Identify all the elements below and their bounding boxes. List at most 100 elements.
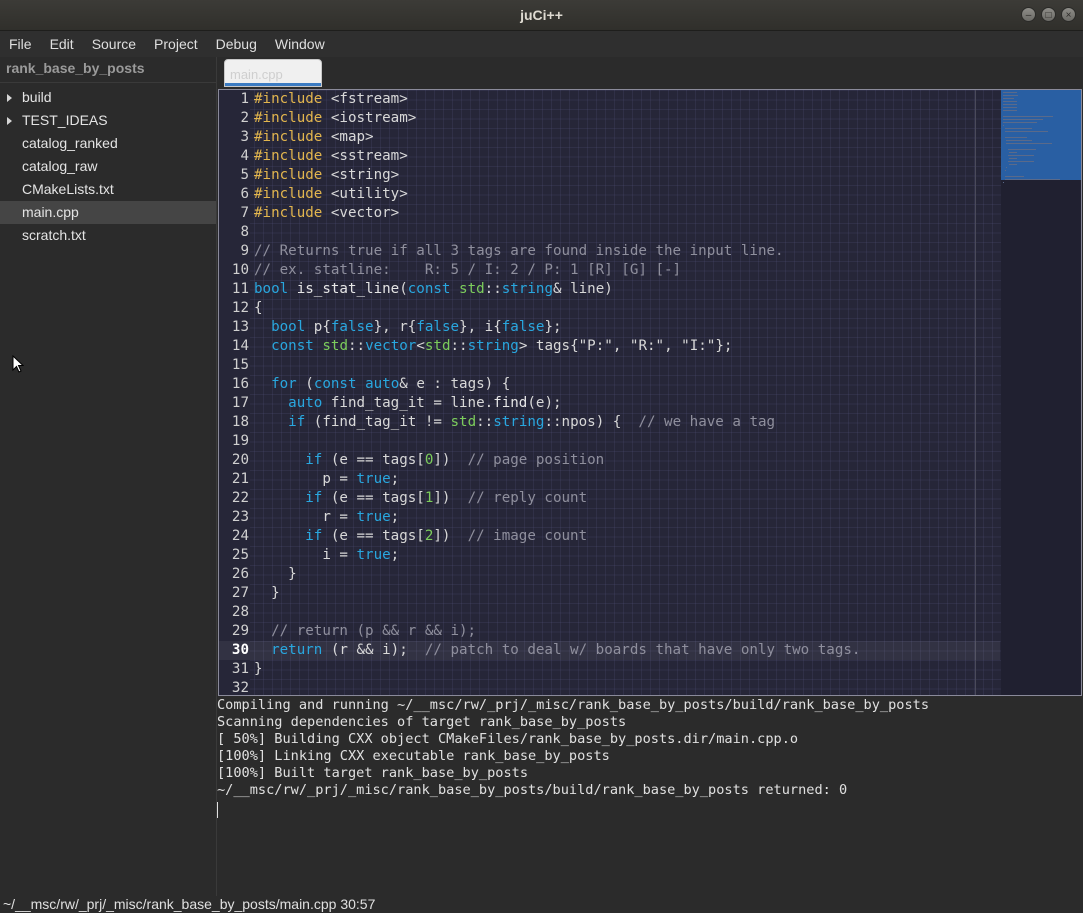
code-token: #include bbox=[254, 148, 323, 164]
line-number: 9 bbox=[240, 243, 249, 259]
code-line[interactable]: 7 #include <vector> bbox=[219, 204, 1000, 223]
line-number: 3 bbox=[240, 129, 249, 145]
minimap-line bbox=[1009, 158, 1017, 159]
code-token: false bbox=[501, 319, 545, 335]
code-token: // ex. statline: R: 5 / I: 2 / P: 1 [R] … bbox=[254, 262, 682, 278]
code-token: for bbox=[271, 376, 297, 392]
minimap-line bbox=[1004, 131, 1048, 132]
terminal-line: Scanning dependencies of target rank_bas… bbox=[217, 714, 627, 730]
menu-project[interactable]: Project bbox=[145, 31, 207, 57]
minimap-line bbox=[1003, 119, 1043, 120]
code-line[interactable]: 20 if (e == tags[0]) // page position bbox=[219, 451, 1000, 470]
tree-item-cmakelists-txt[interactable]: CMakeLists.txt bbox=[0, 178, 216, 201]
minimap-line bbox=[1006, 143, 1052, 144]
tree-item-main-cpp[interactable]: main.cpp bbox=[0, 201, 216, 224]
code-line[interactable]: 16 for (const auto& e : tags) { bbox=[219, 375, 1000, 394]
code-token: if bbox=[305, 490, 323, 506]
code-line[interactable]: 2 #include <iostream> bbox=[219, 109, 1000, 128]
code-line[interactable]: 31} bbox=[219, 660, 1000, 679]
file-tree: build TEST_IDEAS catalog_ranked catalog_raw… bbox=[0, 86, 216, 247]
code-line[interactable]: 29 // return (p && r && i); bbox=[219, 622, 1000, 641]
code-token: :: bbox=[347, 338, 366, 354]
code-line[interactable]: 12 { bbox=[219, 299, 1000, 318]
line-number: 22 bbox=[231, 490, 249, 506]
menu-debug[interactable]: Debug bbox=[207, 31, 266, 57]
minimap-line bbox=[1003, 107, 1018, 108]
minimap-line bbox=[1007, 155, 1035, 156]
code-line[interactable]: 23 r = true; bbox=[219, 508, 1000, 527]
minimap-line bbox=[1004, 176, 1024, 177]
code-line[interactable]: 9 // Returns true if all 3 tags are found… bbox=[219, 242, 1000, 261]
minimap-line bbox=[1006, 140, 1032, 141]
tree-item-test-ideas[interactable]: TEST_IDEAS bbox=[0, 109, 216, 132]
code-token: bool bbox=[271, 319, 306, 335]
code-text: #include <iostream> bbox=[254, 109, 416, 128]
code-line[interactable]: 1 #include <fstream> bbox=[219, 90, 1000, 109]
tree-item-label: main.cpp bbox=[22, 204, 79, 220]
tree-item-label: TEST_IDEAS bbox=[22, 112, 108, 128]
line-number: 10 bbox=[231, 262, 249, 278]
code-line[interactable]: 13 bool p{false}, r{false}, i{false}; bbox=[219, 318, 1000, 337]
code-line[interactable]: 15 bbox=[219, 356, 1000, 375]
expand-arrow-icon[interactable] bbox=[7, 117, 12, 125]
tree-item-catalog-raw[interactable]: catalog_raw bbox=[0, 155, 216, 178]
code-line[interactable]: 32 bbox=[219, 679, 1000, 695]
code-token: // image count bbox=[467, 528, 588, 544]
tab-main-cpp[interactable]: main.cpp bbox=[224, 59, 322, 87]
close-button[interactable]: × bbox=[1061, 7, 1076, 22]
code-line[interactable]: 8 bbox=[219, 223, 1000, 242]
code-line[interactable]: 18 if (find_tag_it != std::string::npos)… bbox=[219, 413, 1000, 432]
project-name: rank_base_by_posts bbox=[0, 57, 216, 83]
code-text: #include <vector> bbox=[254, 204, 399, 223]
terminal-output[interactable]: Compiling and running ~/__msc/rw/_prj/_m… bbox=[217, 697, 1083, 896]
minimap-line bbox=[1003, 116, 1053, 117]
tree-item-scratch-txt[interactable]: scratch.txt bbox=[0, 224, 216, 247]
code-token: #include bbox=[254, 205, 323, 221]
code-line[interactable]: 3 #include <map> bbox=[219, 128, 1000, 147]
minimap[interactable] bbox=[1001, 90, 1081, 695]
terminal-line: [100%] Built target rank_base_by_posts bbox=[217, 765, 528, 781]
line-number: 24 bbox=[231, 528, 249, 544]
code-editor[interactable]: 1 #include <fstream> 2 #include <iostream> 3… bbox=[218, 89, 1082, 696]
terminal-lines: Compiling and running ~/__msc/rw/_prj/_m… bbox=[217, 697, 1083, 799]
code-line[interactable]: 14 const std::vector<std::string> tags{"… bbox=[219, 337, 1000, 356]
code-line[interactable]: 19 bbox=[219, 432, 1000, 451]
menu-window[interactable]: Window bbox=[266, 31, 334, 57]
minimize-button[interactable]: – bbox=[1021, 7, 1036, 22]
tree-item-build[interactable]: build bbox=[0, 86, 216, 109]
code-line[interactable]: 24 if (e == tags[2]) // image count bbox=[219, 527, 1000, 546]
code-token: bool bbox=[254, 281, 289, 297]
code-token: { bbox=[254, 300, 263, 316]
expand-arrow-icon[interactable] bbox=[7, 94, 12, 102]
code-line[interactable]: 27 } bbox=[219, 584, 1000, 603]
code-token: (find_tag_it != bbox=[305, 414, 451, 430]
code-line[interactable]: 10 // ex. statline: R: 5 / I: 2 / P: 1 [R… bbox=[219, 261, 1000, 280]
code-line[interactable]: 28 bbox=[219, 603, 1000, 622]
code-token: #include bbox=[254, 129, 323, 145]
code-token: > tags{ bbox=[518, 338, 579, 354]
code-token: const bbox=[313, 376, 357, 392]
code-text: if (find_tag_it != std::string::npos) { … bbox=[254, 413, 775, 432]
code-line[interactable]: 22 if (e == tags[1]) // reply count bbox=[219, 489, 1000, 508]
code-token: return bbox=[271, 642, 323, 658]
maximize-button[interactable]: □ bbox=[1041, 7, 1056, 22]
code-token: true bbox=[356, 509, 391, 525]
tree-item-catalog-ranked[interactable]: catalog_ranked bbox=[0, 132, 216, 155]
code-line[interactable]: 26 } bbox=[219, 565, 1000, 584]
code-token: // Returns true if all 3 tags are found … bbox=[254, 243, 784, 259]
menu-edit[interactable]: Edit bbox=[41, 31, 83, 57]
code-line[interactable]: 4 #include <sstream> bbox=[219, 147, 1000, 166]
code-line[interactable]: 5 #include <string> bbox=[219, 166, 1000, 185]
code-token: string bbox=[493, 414, 545, 430]
menu-file[interactable]: File bbox=[0, 31, 41, 57]
code-token: std bbox=[459, 281, 485, 297]
code-line[interactable]: 11 bool is_stat_line(const std::string& l… bbox=[219, 280, 1000, 299]
code-line[interactable]: 25 i = true; bbox=[219, 546, 1000, 565]
menu-source[interactable]: Source bbox=[83, 31, 145, 57]
code-token: #include bbox=[254, 91, 323, 107]
code-line[interactable]: 30 return (r && i); // patch to deal w/ … bbox=[219, 641, 1000, 660]
code-token: if bbox=[288, 414, 306, 430]
code-line[interactable]: 6 #include <utility> bbox=[219, 185, 1000, 204]
code-line[interactable]: 21 p = true; bbox=[219, 470, 1000, 489]
code-line[interactable]: 17 auto find_tag_it = line.find(e); bbox=[219, 394, 1000, 413]
